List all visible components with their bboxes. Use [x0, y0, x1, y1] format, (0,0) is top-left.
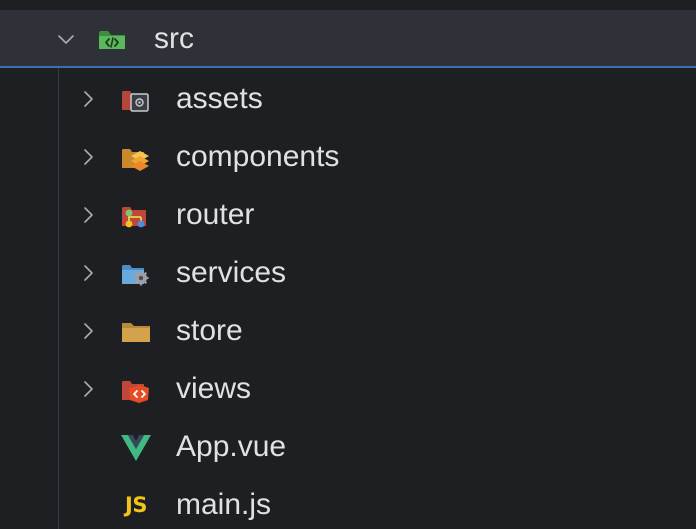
tree-row-services[interactable]: services: [0, 244, 696, 302]
assets-folder-icon: [120, 83, 152, 115]
chevron-right-icon[interactable]: [79, 322, 97, 340]
tree-row-label: views: [176, 372, 252, 405]
tree-row-label: components: [176, 140, 340, 173]
tree-row-router[interactable]: router: [0, 186, 696, 244]
chevron-right-icon[interactable]: [79, 90, 97, 108]
tree-row-app-vue[interactable]: App.vue: [0, 418, 696, 476]
components-folder-icon: [120, 141, 152, 173]
chevron-down-icon[interactable]: [57, 30, 75, 48]
tree-top-edge: [0, 0, 696, 10]
router-folder-icon: [120, 199, 152, 231]
tree-row-label: src: [154, 22, 194, 55]
source-folder-icon: [96, 23, 128, 55]
tree-row-label: main.js: [176, 488, 272, 521]
project-file-tree: src assets components router services st…: [0, 0, 696, 529]
tree-row-label: router: [176, 198, 255, 231]
vue-file-icon: [120, 431, 152, 463]
tree-row-src[interactable]: src: [0, 10, 696, 68]
js-file-icon: JS: [120, 489, 152, 521]
tree-row-label: assets: [176, 82, 263, 115]
chevron-right-icon[interactable]: [79, 380, 97, 398]
tree-row-assets[interactable]: assets: [0, 70, 696, 128]
tree-row-label: services: [176, 256, 287, 289]
services-folder-icon: [120, 257, 152, 289]
tree-row-main-js[interactable]: JS main.js: [0, 476, 696, 529]
folder-icon: [120, 315, 152, 347]
js-icon-text: JS: [125, 493, 147, 517]
tree-row-label: store: [176, 314, 243, 347]
tree-row-store[interactable]: store: [0, 302, 696, 360]
chevron-right-icon[interactable]: [79, 264, 97, 282]
views-folder-icon: [120, 373, 152, 405]
tree-row-views[interactable]: views: [0, 360, 696, 418]
tree-row-components[interactable]: components: [0, 128, 696, 186]
chevron-right-icon[interactable]: [79, 148, 97, 166]
tree-row-label: App.vue: [176, 430, 287, 463]
chevron-right-icon[interactable]: [79, 206, 97, 224]
